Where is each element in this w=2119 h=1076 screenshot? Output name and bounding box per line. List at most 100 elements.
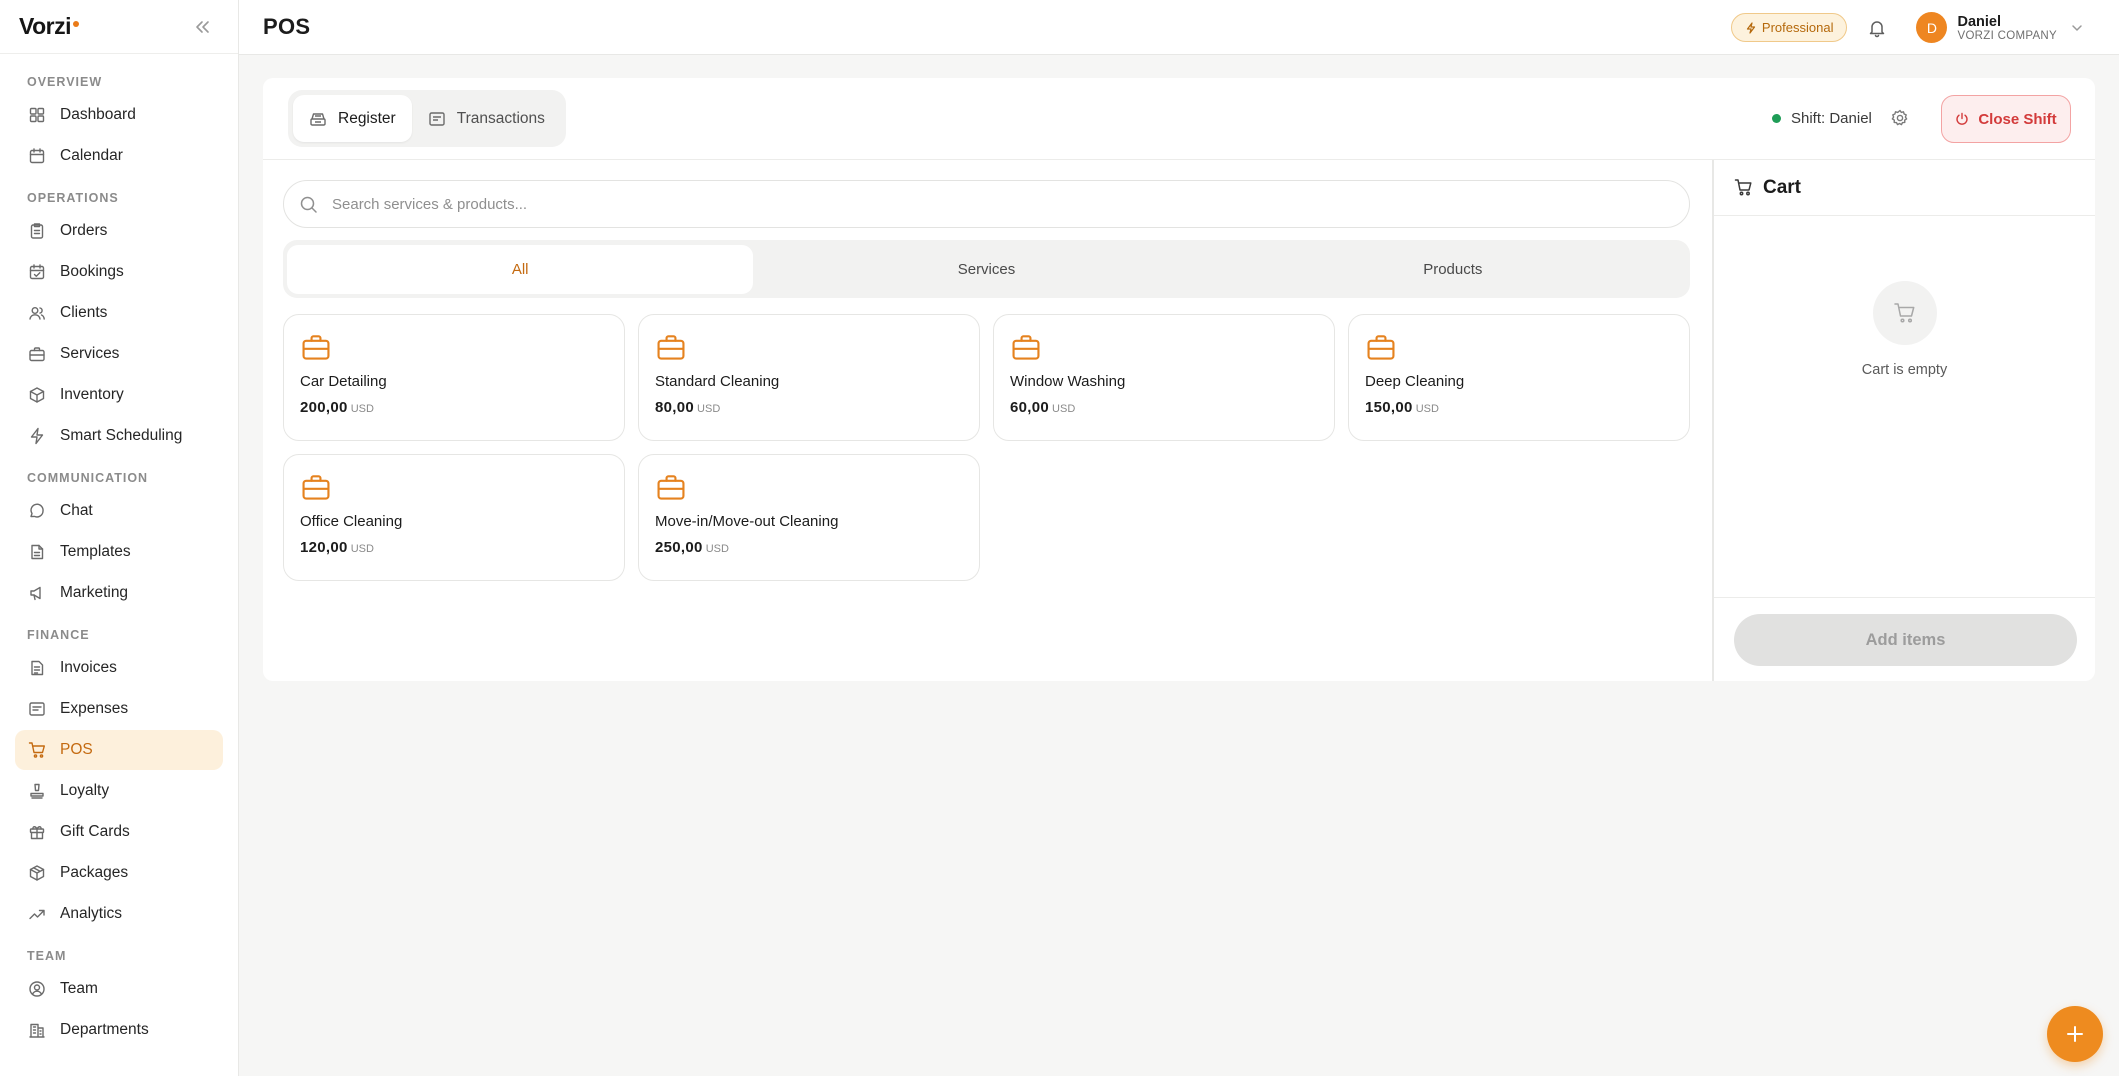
price-amount: 250,00: [655, 539, 703, 556]
shift-label: Shift: Daniel: [1791, 110, 1872, 127]
sidebar-item-label: Marketing: [60, 584, 129, 601]
price-currency: USD: [1052, 403, 1076, 415]
product-price: 120,00 USD: [300, 539, 608, 556]
sidebar-item-expenses[interactable]: Expenses: [15, 689, 223, 729]
filter-tab-products[interactable]: Products: [1220, 245, 1686, 294]
user-menu[interactable]: Daniel VORZI COMPANY: [1957, 14, 2057, 42]
sidebar-item-departments[interactable]: Departments: [15, 1010, 223, 1050]
briefcase-icon: [1010, 331, 1318, 363]
clipboard-icon: [28, 222, 46, 240]
sidebar-section-label: FINANCE: [27, 628, 90, 642]
sidebar-nav: OVERVIEW Dashboard Calendar OPERATIONS Order…: [0, 54, 238, 1050]
add-items-button[interactable]: Add items: [1734, 614, 2077, 666]
sidebar-item-dashboard[interactable]: Dashboard: [15, 95, 223, 135]
sidebar-item-label: Calendar: [60, 147, 123, 164]
product-card[interactable]: Window Washing 60,00 USD: [993, 314, 1335, 441]
megaphone-icon: [28, 584, 46, 602]
plan-badge[interactable]: Professional: [1730, 13, 1848, 42]
logo-dot: [73, 21, 80, 27]
gear-icon[interactable]: [1890, 108, 1910, 128]
calendar-icon: [28, 147, 46, 165]
sidebar-item-packages[interactable]: Packages: [15, 853, 223, 893]
sidebar-item-bookings[interactable]: Bookings: [15, 252, 223, 292]
package-icon: [28, 864, 46, 882]
price-currency: USD: [350, 403, 374, 415]
product-card[interactable]: Deep Cleaning 150,00 USD: [1348, 314, 1690, 441]
product-card[interactable]: Car Detailing 200,00 USD: [283, 314, 625, 441]
sidebar-item-services[interactable]: Services: [15, 334, 223, 374]
product-price: 80,00 USD: [655, 399, 963, 416]
zap-icon: [28, 427, 46, 445]
sidebar-item-label: Gift Cards: [60, 823, 130, 840]
trend-icon: [28, 905, 46, 923]
price-currency: USD: [350, 543, 374, 555]
sidebar-item-label: POS: [60, 741, 93, 758]
filter-tab-all[interactable]: All: [287, 244, 754, 294]
box-icon: [28, 386, 46, 404]
collapse-sidebar-icon[interactable]: [192, 17, 212, 37]
search-bar[interactable]: [283, 180, 1690, 228]
sidebar-item-inventory[interactable]: Inventory: [15, 375, 223, 415]
sidebar-item-analytics[interactable]: Analytics: [15, 894, 223, 934]
chevron-down-icon[interactable]: [2069, 20, 2085, 36]
sidebar-item-invoices[interactable]: Invoices: [15, 648, 223, 688]
briefcase-icon: [1365, 331, 1673, 363]
shift-status-dot: [1772, 114, 1781, 123]
users-icon: [28, 304, 46, 322]
sidebar-item-smart-scheduling[interactable]: Smart Scheduling: [15, 416, 223, 456]
sidebar-item-chat[interactable]: Chat: [15, 491, 223, 531]
product-name: Standard Cleaning: [655, 373, 780, 390]
tab-transactions-label: Transactions: [456, 109, 545, 127]
tab-transactions[interactable]: Transactions: [412, 95, 561, 142]
sidebar-item-calendar[interactable]: Calendar: [15, 136, 223, 176]
briefcase-icon: [655, 471, 963, 503]
sidebar-item-label: Analytics: [60, 905, 123, 922]
briefcase-icon: [300, 331, 608, 363]
plan-badge-label: Professional: [1761, 20, 1834, 35]
dashboard-icon: [28, 106, 46, 124]
gift-icon: [28, 823, 46, 841]
empty-cart-badge: [1872, 281, 1937, 345]
sidebar-item-gift-cards[interactable]: Gift Cards: [15, 812, 223, 852]
close-shift-label: Close Shift: [1978, 110, 2057, 128]
sidebar: Vorzi OVERVIEW Dashboard Calendar OPERATION…: [0, 0, 239, 1076]
filter-tab-services[interactable]: Services: [753, 245, 1219, 294]
sidebar-item-label: Clients: [60, 304, 108, 321]
search-input[interactable]: [332, 195, 1689, 213]
bell-icon[interactable]: [1867, 18, 1887, 38]
sidebar-item-label: Orders: [60, 222, 108, 239]
price-currency: USD: [705, 543, 729, 555]
avatar[interactable]: D: [1916, 12, 1948, 43]
building-icon: [28, 1021, 46, 1039]
product-card[interactable]: Move-in/Move-out Cleaning 250,00 USD: [638, 454, 980, 581]
sidebar-item-pos[interactable]: POS: [15, 730, 223, 770]
sidebar-item-marketing[interactable]: Marketing: [15, 573, 223, 613]
bolt-icon: [1745, 21, 1757, 34]
mode-tabs: Register Transactions: [288, 90, 566, 147]
sidebar-item-loyalty[interactable]: Loyalty: [15, 771, 223, 811]
product-price: 60,00 USD: [1010, 399, 1318, 416]
logo-text: Vorzi: [19, 13, 72, 39]
pos-panel: Register Transactions Shift: Daniel Clos…: [263, 78, 2095, 681]
sidebar-item-clients[interactable]: Clients: [15, 293, 223, 333]
product-name: Window Washing: [1010, 373, 1126, 390]
pos-header: Register Transactions Shift: Daniel Clos…: [263, 78, 2095, 160]
close-shift-button[interactable]: Close Shift: [1941, 95, 2071, 143]
tab-register-label: Register: [338, 109, 396, 127]
product-card[interactable]: Office Cleaning 120,00 USD: [283, 454, 625, 581]
tab-register[interactable]: Register: [293, 95, 412, 142]
page-title: POS: [263, 14, 311, 39]
price-amount: 120,00: [300, 539, 348, 556]
logo[interactable]: Vorzi: [19, 13, 80, 40]
sidebar-item-templates[interactable]: Templates: [15, 532, 223, 572]
sidebar-item-team[interactable]: Team: [15, 969, 223, 1009]
product-card[interactable]: Standard Cleaning 80,00 USD: [638, 314, 980, 441]
sidebar-item-label: Invoices: [60, 659, 117, 676]
user-circle-icon: [28, 980, 46, 998]
template-icon: [28, 543, 46, 561]
add-fab-button[interactable]: [2047, 1006, 2103, 1062]
receipt-icon: [28, 700, 46, 718]
sidebar-item-orders[interactable]: Orders: [15, 211, 223, 251]
plus-icon: [2064, 1023, 2086, 1045]
product-price: 200,00 USD: [300, 399, 608, 416]
